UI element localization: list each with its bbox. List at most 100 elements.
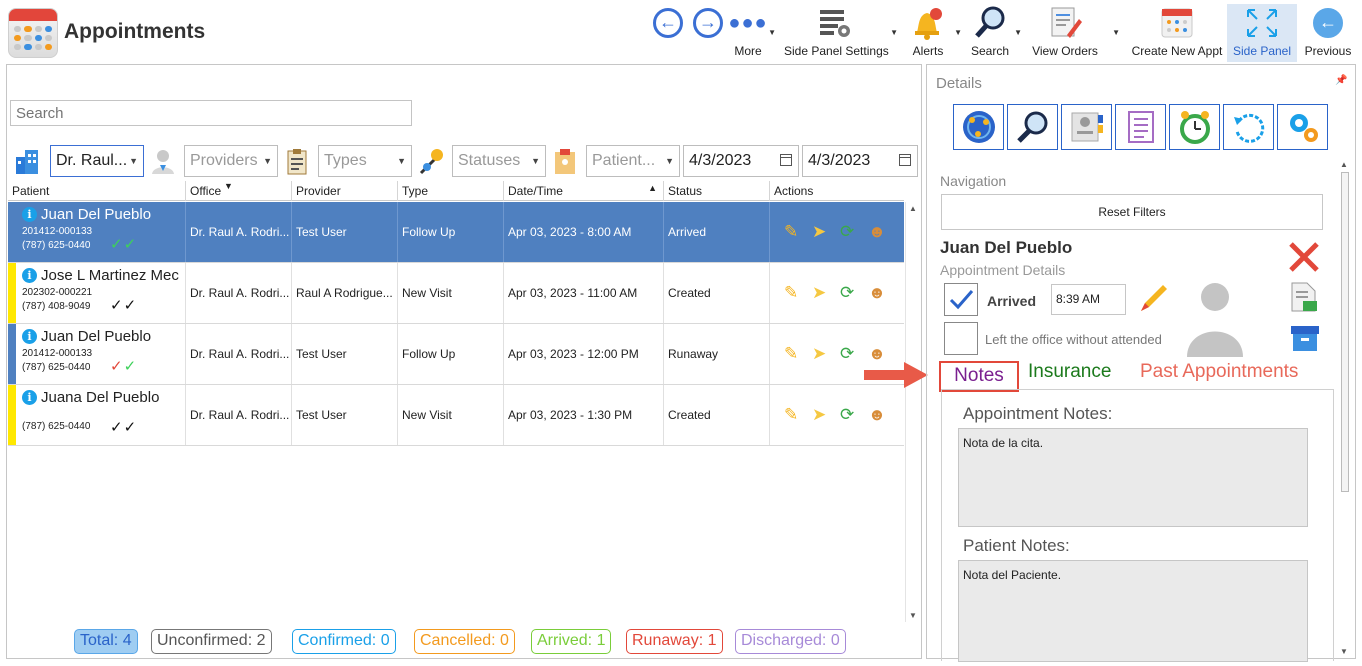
scroll-down-icon[interactable]: ▼ xyxy=(909,611,917,620)
table-row[interactable]: i Juana Del Pueblo (787) 625-0440 ✓✓ Dr. … xyxy=(8,385,904,446)
edit-pencil-icon[interactable]: ✎ xyxy=(784,283,798,303)
edit-pencil-icon[interactable]: ✎ xyxy=(784,344,798,364)
back-button[interactable]: ← xyxy=(650,4,686,62)
gears-icon xyxy=(1289,114,1318,142)
arrived-count-badge[interactable]: Arrived: 1 xyxy=(531,629,612,654)
total-count-badge[interactable]: Total: 4 xyxy=(74,629,138,654)
office-cell: Dr. Raul A. Rodri... xyxy=(185,263,291,323)
send-plane-icon[interactable]: ➤ xyxy=(812,405,826,425)
col-datetime[interactable]: Date/Time ▲ xyxy=(503,181,663,201)
users-icon[interactable]: ☻ xyxy=(868,405,886,425)
pin-icon[interactable]: 📌 xyxy=(1335,75,1347,86)
scroll-thumb[interactable] xyxy=(1341,172,1349,492)
confirmation-check-icon: ✓✓ xyxy=(110,419,138,436)
col-office[interactable]: Office ▼ xyxy=(185,181,291,201)
checklist-tool-button[interactable] xyxy=(1115,104,1166,150)
col-status[interactable]: Status xyxy=(663,181,769,201)
forward-button[interactable]: → xyxy=(690,4,726,62)
edit-pencil-icon[interactable]: ✎ xyxy=(784,405,798,425)
grid-scrollbar[interactable]: ▲ ▼ xyxy=(905,202,921,622)
patient-phone: (787) 625-0440 xyxy=(22,421,91,432)
arrived-checkbox[interactable] xyxy=(944,283,978,316)
confirmation-check-icon: ✓✓ xyxy=(110,297,138,314)
tab-notes[interactable]: Notes xyxy=(939,361,1019,392)
archive-icon[interactable] xyxy=(1289,323,1321,353)
scroll-up-icon[interactable]: ▲ xyxy=(909,204,917,213)
office-dropdown[interactable]: Dr. Raul... ▼ xyxy=(50,145,144,177)
info-icon[interactable]: i xyxy=(22,329,37,344)
search-tool-button[interactable] xyxy=(1007,104,1058,150)
info-icon[interactable]: i xyxy=(22,268,37,283)
side-panel-settings-button[interactable]: ▼ Side Panel Settings xyxy=(784,4,898,62)
col-type[interactable]: Type xyxy=(397,181,503,201)
info-icon[interactable]: i xyxy=(22,390,37,405)
edit-pencil-icon[interactable] xyxy=(1135,281,1171,317)
search-button[interactable]: ▼ Search xyxy=(968,4,1022,62)
refresh-icon[interactable]: ⟳ xyxy=(840,283,854,303)
left-office-checkbox[interactable] xyxy=(944,322,978,355)
previous-button[interactable]: ← Previous xyxy=(1300,4,1356,62)
types-dropdown[interactable]: Types ▼ xyxy=(318,145,412,177)
tab-insurance[interactable]: Insurance xyxy=(1028,361,1111,383)
close-icon[interactable] xyxy=(1287,240,1321,274)
alarm-clock-tool-button[interactable] xyxy=(1169,104,1220,150)
date-from-picker[interactable]: 4/3/2023 xyxy=(683,145,799,177)
scroll-up-icon[interactable]: ▲ xyxy=(1340,160,1348,169)
refresh-icon[interactable]: ⟳ xyxy=(840,222,854,242)
table-row[interactable]: i Jose L Martinez Mec 202302-000221 (787)… xyxy=(8,263,904,324)
users-icon[interactable]: ☻ xyxy=(868,283,886,303)
create-new-appt-button[interactable]: Create New Appt xyxy=(1130,4,1224,62)
status-cell: Arrived xyxy=(663,202,769,262)
tab-past-appointments[interactable]: Past Appointments xyxy=(1140,361,1298,383)
settings-tool-button[interactable] xyxy=(1277,104,1328,150)
reset-filters-button[interactable]: Reset Filters xyxy=(941,194,1323,230)
scroll-down-icon[interactable]: ▼ xyxy=(1340,647,1348,656)
type-cell: Follow Up xyxy=(397,324,503,384)
view-orders-button[interactable]: ▼ View Orders xyxy=(1030,4,1120,62)
patient-dropdown[interactable]: Patient... ▼ xyxy=(586,145,680,177)
col-patient[interactable]: Patient xyxy=(8,181,185,201)
cancelled-count-badge[interactable]: Cancelled: 0 xyxy=(414,629,515,654)
refresh-icon[interactable]: ⟳ xyxy=(840,405,854,425)
appointment-notes-field[interactable]: Nota de la cita. xyxy=(958,428,1308,527)
filter-icon[interactable]: ▼ xyxy=(224,181,233,191)
alerts-button[interactable]: ▼ Alerts xyxy=(906,4,962,62)
send-plane-icon[interactable]: ➤ xyxy=(812,283,826,303)
arrived-time-field[interactable]: 8:39 AM xyxy=(1051,284,1126,315)
refresh-icon[interactable]: ⟳ xyxy=(840,344,854,364)
provider-cell: Test User xyxy=(291,202,397,262)
runaway-count-badge[interactable]: Runaway: 1 xyxy=(626,629,723,654)
confirmed-count-badge[interactable]: Confirmed: 0 xyxy=(292,629,396,654)
users-icon[interactable]: ☻ xyxy=(868,344,886,364)
id-card-tool-button[interactable] xyxy=(1061,104,1112,150)
info-icon[interactable]: i xyxy=(22,207,37,222)
users-icon[interactable]: ☻ xyxy=(868,222,886,242)
search-input[interactable] xyxy=(10,100,412,126)
network-tool-button[interactable] xyxy=(953,104,1004,150)
table-row[interactable]: i Juan Del Pueblo 201412-000133 (787) 625… xyxy=(8,324,904,385)
col-provider[interactable]: Provider xyxy=(291,181,397,201)
history-tool-button[interactable] xyxy=(1223,104,1274,150)
confirmation-check-icon: ✓✓ xyxy=(110,358,138,375)
filter-row: Dr. Raul... ▼ Providers ▼ Types ▼ Statuses ▼… xyxy=(7,145,923,177)
more-label: More xyxy=(734,44,762,58)
callout-arrow-icon xyxy=(864,362,928,388)
previous-label: Previous xyxy=(1304,44,1352,58)
calendar-icon xyxy=(780,154,792,166)
provider-cell: Test User xyxy=(291,385,397,445)
statuses-dropdown[interactable]: Statuses ▼ xyxy=(452,145,546,177)
date-to-picker[interactable]: 4/3/2023 xyxy=(802,145,918,177)
more-button[interactable]: ●●● ▼ More xyxy=(728,4,776,62)
side-panel-button[interactable]: Side Panel xyxy=(1227,4,1297,62)
app-title: Appointments xyxy=(64,20,206,43)
patient-notes-field[interactable]: Nota del Paciente. xyxy=(958,560,1308,662)
discharged-count-badge[interactable]: Discharged: 0 xyxy=(735,629,846,654)
providers-dropdown[interactable]: Providers ▼ xyxy=(184,145,278,177)
details-scrollbar[interactable]: ▲ ▼ xyxy=(1337,158,1353,658)
table-row[interactable]: i Juan Del Pueblo 201412-000133 (787) 625… xyxy=(8,202,904,263)
send-plane-icon[interactable]: ➤ xyxy=(812,344,826,364)
edit-pencil-icon[interactable]: ✎ xyxy=(784,222,798,242)
send-plane-icon[interactable]: ➤ xyxy=(812,222,826,242)
unconfirmed-count-badge[interactable]: Unconfirmed: 2 xyxy=(151,629,272,654)
document-download-icon[interactable] xyxy=(1289,281,1319,313)
